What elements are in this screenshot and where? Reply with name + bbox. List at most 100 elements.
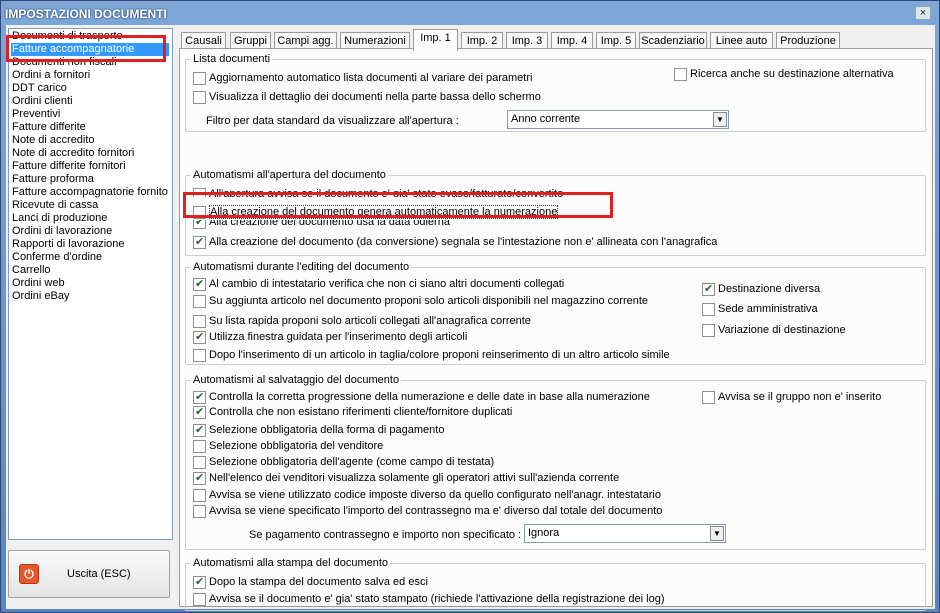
checkbox-label: Visualizza il dettaglio dei documenti ne… [209, 91, 541, 103]
checkbox-box[interactable] [193, 236, 206, 249]
checkbox-seller-required[interactable]: Selezione obbligatoria del venditore [193, 440, 383, 454]
dropdown-arrow-icon[interactable]: ▼ [710, 526, 724, 541]
checkbox-numbering-progress[interactable]: Controlla la corretta progressione della… [193, 391, 650, 405]
checkbox-label: Selezione obbligatoria della forma di pa… [209, 424, 445, 436]
checkbox-box[interactable] [702, 283, 715, 296]
document-list-item[interactable]: Preventivi [12, 108, 60, 121]
checkbox-box[interactable] [193, 91, 206, 104]
tab-bar: Causali Gruppi Campi agg. Numerazioni Imp. 1… [179, 29, 939, 51]
checkbox-dest-diversa[interactable]: Destinazione diversa [702, 283, 820, 297]
document-list-item[interactable]: Rapporti di lavorazione [12, 238, 125, 251]
checkbox-label: Alla creazione del documento usa la data… [209, 220, 450, 228]
checkbox-label: Variazione di destinazione [718, 324, 846, 336]
checkbox-box[interactable] [674, 68, 687, 81]
tab-imp-1[interactable]: Imp. 1 [413, 29, 458, 51]
checkbox-label: Al cambio di intestatario verifica che n… [209, 278, 565, 290]
checkbox-box[interactable] [193, 295, 206, 308]
checkbox-group-warn[interactable]: Avvisa se il gruppo non e' inserito [702, 391, 881, 405]
document-list-item[interactable]: Fatture proforma [12, 173, 94, 186]
checkbox-size-color[interactable]: Dopo l'inserimento di un articolo in tag… [193, 349, 670, 363]
document-list-item[interactable]: DDT carico [12, 82, 67, 95]
checkbox-box[interactable] [193, 72, 206, 85]
checkbox-save-exit[interactable]: Dopo la stampa del documento salva ed es… [193, 576, 428, 590]
checkbox-box[interactable] [702, 303, 715, 316]
document-list-item[interactable]: Fatture differite fornitori [12, 160, 126, 173]
checkbox-box[interactable] [193, 315, 206, 328]
checkbox-box[interactable] [193, 489, 206, 502]
checkbox-wizard[interactable]: Utilizza finestra guidata per l'inserime… [193, 331, 467, 345]
checkbox-box[interactable] [193, 349, 206, 362]
checkbox-label: Alla creazione del documento (da convers… [209, 236, 718, 248]
dropdown-arrow-icon[interactable]: ▼ [713, 112, 727, 127]
checkbox-label: Avvisa se il gruppo non e' inserito [718, 391, 882, 403]
checkbox-printed-warn[interactable]: Avvisa se il documento e' gia' stato sta… [193, 593, 665, 607]
group-title: Automatismi durante l'editing del docume… [191, 261, 412, 273]
checkbox-label: Su lista rapida proponi solo articoli co… [209, 315, 531, 327]
document-list-item[interactable]: Ordini eBay [12, 290, 69, 303]
checkbox-box[interactable] [193, 576, 206, 589]
document-list-item[interactable]: Fatture differite [12, 121, 86, 134]
power-icon: ⏻ [19, 564, 39, 584]
checkbox-label: Ricerca anche su destinazione alternativ… [690, 68, 894, 80]
checkbox-header-mismatch[interactable]: Alla creazione del documento (da convers… [193, 236, 717, 250]
exit-button[interactable]: ⏻ Uscita (ESC) [8, 550, 170, 598]
checkbox-today-date[interactable]: Alla creazione del documento usa la data… [193, 220, 450, 229]
checkbox-label: Controlla che non esistano riferimenti c… [209, 406, 513, 418]
checkbox-var-dest[interactable]: Variazione di destinazione [702, 324, 846, 338]
document-list-item[interactable]: Ricevute di cassa [12, 199, 98, 212]
checkbox-label: Sede amministrativa [718, 303, 818, 315]
document-list-item[interactable]: Note di accredito [12, 134, 95, 147]
checkbox-auto-refresh[interactable]: Aggiornamento automatico lista documenti… [193, 72, 532, 86]
document-list-item[interactable]: Ordini di lavorazione [12, 225, 112, 238]
payment-select[interactable]: Ignora ▼ [524, 524, 726, 543]
checkbox-label: Su aggiunta articolo nel documento propo… [209, 295, 649, 307]
document-list-item[interactable]: Ordini clienti [12, 95, 73, 108]
close-button[interactable]: × [915, 6, 931, 20]
checkbox-box[interactable] [193, 424, 206, 437]
checkbox-available-only[interactable]: Su aggiunta articolo nel documento propo… [193, 295, 648, 309]
filter-label: Filtro per data standard da visualizzare… [206, 115, 459, 127]
checkbox-label: Dopo l'inserimento di un articolo in tag… [209, 349, 670, 361]
document-list-item[interactable]: Carrello [12, 264, 51, 277]
checkbox-tax-code-warn[interactable]: Avvisa se viene utilizzato codice impost… [193, 489, 661, 503]
checkbox-agent-required[interactable]: Selezione obbligatoria dell'agente (come… [193, 456, 494, 470]
checkbox-box[interactable] [193, 331, 206, 344]
checkbox-duplicate-refs[interactable]: Controlla che non esistano riferimenti c… [193, 406, 512, 420]
checkbox-box[interactable] [193, 220, 206, 229]
checkbox-box[interactable] [193, 472, 206, 485]
document-list-item[interactable]: Conferme d'ordine [12, 251, 102, 264]
checkbox-label: Avvisa se viene utilizzato codice impost… [209, 489, 661, 501]
document-list-item[interactable]: Ordini web [12, 277, 65, 290]
checkbox-alt-destination[interactable]: Ricerca anche su destinazione alternativ… [674, 68, 894, 82]
document-list-item[interactable]: Fatture accompagnatorie fornito [12, 186, 168, 199]
checkbox-box[interactable] [193, 391, 206, 404]
document-list-item[interactable]: Lanci di produzione [12, 212, 107, 225]
checkbox-sede-amm[interactable]: Sede amministrativa [702, 303, 818, 317]
exit-button-label: Uscita (ESC) [67, 568, 131, 580]
checkbox-label: Utilizza finestra guidata per l'inserime… [209, 331, 468, 343]
checkbox-box[interactable] [193, 278, 206, 291]
document-list-item[interactable]: Note di accredito fornitori [12, 147, 134, 160]
checkbox-box[interactable] [193, 505, 206, 518]
document-list-item[interactable]: Ordini a fornitori [12, 69, 90, 82]
payment-value: Ignora [528, 527, 560, 539]
checkbox-active-sellers[interactable]: Nell'elenco dei venditori visualizza sol… [193, 472, 619, 486]
document-type-list[interactable]: Documenti di trasporto Fatture accompagna… [8, 28, 173, 540]
checkbox-cod-amount-warn[interactable]: Avvisa se viene specificato l'importo de… [193, 505, 662, 519]
checkbox-payment-required[interactable]: Selezione obbligatoria della forma di pa… [193, 424, 444, 438]
checkbox-box[interactable] [193, 456, 206, 469]
checkbox-change-holder[interactable]: Al cambio di intestatario verifica che n… [193, 278, 564, 292]
checkbox-label: Nell'elenco dei venditori visualizza sol… [209, 472, 620, 484]
checkbox-box[interactable] [193, 440, 206, 453]
filter-date-select[interactable]: Anno corrente ▼ [507, 110, 729, 129]
checkbox-linked-articles[interactable]: Su lista rapida proponi solo articoli co… [193, 315, 531, 329]
checkbox-box[interactable] [193, 593, 206, 606]
checkbox-label: Controlla la corretta progressione della… [209, 391, 650, 403]
checkbox-box[interactable] [702, 391, 715, 404]
checkbox-box[interactable] [702, 324, 715, 337]
checkbox-box[interactable] [193, 406, 206, 419]
group-title: Automatismi alla stampa del documento [191, 557, 391, 569]
checkbox-show-detail[interactable]: Visualizza il dettaglio dei documenti ne… [193, 91, 541, 105]
checkbox-label: Avvisa se il documento e' gia' stato sta… [209, 593, 665, 605]
group-title: Lista documenti [191, 53, 273, 65]
